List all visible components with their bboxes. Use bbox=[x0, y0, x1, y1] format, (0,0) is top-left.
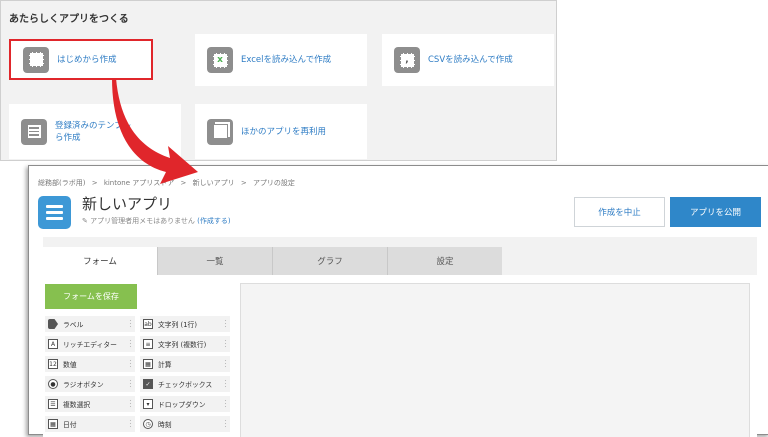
checkbox-icon: ✓ bbox=[143, 379, 153, 389]
app-settings-window: 総務部(ラボ用) > kintone アプリストア > 新しいアプリ > アプリ… bbox=[28, 165, 768, 437]
single-line-text-icon: ab bbox=[143, 319, 153, 329]
drag-handle-icon[interactable] bbox=[129, 339, 132, 349]
create-from-scratch-card[interactable]: はじめから作成 bbox=[9, 39, 153, 80]
arrow-shape bbox=[112, 78, 198, 184]
template-label-line-2: ら作成 bbox=[55, 132, 81, 143]
drag-handle-icon[interactable] bbox=[129, 379, 132, 389]
drag-handle-icon[interactable] bbox=[224, 419, 227, 429]
field-label: 時刻 bbox=[158, 421, 172, 429]
drag-handle-icon[interactable] bbox=[129, 319, 132, 329]
drag-handle-icon[interactable] bbox=[224, 379, 227, 389]
field-label: 計算 bbox=[158, 361, 172, 369]
csv-icon: , bbox=[394, 47, 420, 73]
field-palette-item[interactable]: ▦ 計算 bbox=[140, 356, 230, 372]
drag-handle-icon[interactable] bbox=[129, 399, 132, 409]
publish-app-button[interactable]: アプリを公開 bbox=[670, 197, 761, 227]
drag-handle-icon[interactable] bbox=[224, 339, 227, 349]
create-app-panel: あたらしくアプリをつくる はじめから作成 x Excelを読み込んで作成 , C… bbox=[0, 0, 557, 161]
drag-handle-icon[interactable] bbox=[224, 399, 227, 409]
form-editor-panel: フォームを保存 ラベル ab 文字列 (1行) A リッチエディター ≡ 文字列… bbox=[43, 275, 757, 437]
field-palette-item[interactable]: ▾ ドロップダウン bbox=[140, 396, 230, 412]
create-from-csv-card[interactable]: , CSVを読み込んで作成 bbox=[382, 34, 554, 86]
field-label: 複数選択 bbox=[63, 401, 91, 409]
create-app-title: あたらしくアプリをつくる bbox=[9, 14, 129, 25]
tab-form[interactable]: フォーム bbox=[43, 247, 157, 275]
field-label: ドロップダウン bbox=[158, 401, 206, 409]
excel-icon: x bbox=[207, 47, 233, 73]
drag-handle-icon[interactable] bbox=[129, 419, 132, 429]
create-from-scratch-label: はじめから作成 bbox=[57, 54, 117, 65]
reuse-app-label: ほかのアプリを再利用 bbox=[241, 126, 327, 137]
drag-handle-icon[interactable] bbox=[224, 359, 227, 369]
field-palette-item[interactable]: ラベル bbox=[45, 316, 135, 332]
field-palette-item[interactable]: ● ラジオボタン bbox=[45, 376, 135, 392]
field-palette-item[interactable]: ✓ チェックボックス bbox=[140, 376, 230, 392]
clock-icon: ◷ bbox=[143, 419, 153, 429]
create-from-csv-label: CSVを読み込んで作成 bbox=[428, 55, 513, 65]
save-form-button[interactable]: フォームを保存 bbox=[45, 284, 137, 309]
calculator-icon: ▦ bbox=[143, 359, 153, 369]
copy-app-icon bbox=[207, 118, 233, 145]
tag-icon bbox=[48, 319, 58, 329]
radio-icon: ● bbox=[48, 379, 58, 389]
tab-list-view[interactable]: 一覧 bbox=[157, 247, 272, 275]
drag-handle-icon[interactable] bbox=[129, 359, 132, 369]
rich-text-icon: A bbox=[48, 339, 58, 349]
app-memo-text: アプリ管理者用メモはありません bbox=[90, 217, 195, 225]
reuse-app-card[interactable]: ほかのアプリを再利用 bbox=[195, 104, 367, 159]
app-memo: ✎ アプリ管理者用メモはありません (作成する) bbox=[82, 216, 231, 226]
app-list-icon bbox=[38, 196, 71, 229]
dropdown-icon: ▾ bbox=[143, 399, 153, 409]
red-arrow-annotation bbox=[112, 78, 198, 184]
create-memo-link[interactable]: (作成する) bbox=[197, 217, 230, 225]
field-label: 文字列 (複数行) bbox=[158, 341, 207, 349]
app-title: 新しいアプリ bbox=[82, 195, 173, 213]
field-palette-item[interactable]: ab 文字列 (1行) bbox=[140, 316, 230, 332]
field-label: 日付 bbox=[63, 421, 77, 429]
calendar-icon: ▦ bbox=[48, 419, 58, 429]
field-label: 文字列 (1行) bbox=[158, 321, 197, 329]
field-palette-item[interactable]: A リッチエディター bbox=[45, 336, 135, 352]
blank-app-icon bbox=[23, 46, 49, 73]
breadcrumb-item-app-settings: アプリの設定 bbox=[252, 179, 295, 187]
settings-tab-area: フォーム 一覧 グラフ 設定 フォームを保存 ラベル ab 文字列 (1行) A… bbox=[43, 237, 757, 437]
form-layout-canvas[interactable] bbox=[240, 283, 750, 437]
multi-select-icon: ☰ bbox=[48, 399, 58, 409]
template-list-icon bbox=[21, 118, 47, 145]
field-palette-item[interactable]: ☰ 複数選択 bbox=[45, 396, 135, 412]
field-label: 数値 bbox=[63, 361, 77, 369]
field-label: ラジオボタン bbox=[63, 381, 104, 389]
multi-line-text-icon: ≡ bbox=[143, 339, 153, 349]
tab-graph[interactable]: グラフ bbox=[272, 247, 387, 275]
cancel-creation-button[interactable]: 作成を中止 bbox=[574, 197, 665, 227]
breadcrumb-separator: > bbox=[91, 179, 98, 187]
create-from-excel-label: Excelを読み込んで作成 bbox=[241, 55, 332, 65]
drag-handle-icon[interactable] bbox=[224, 319, 227, 329]
field-label: ラベル bbox=[63, 321, 84, 329]
edit-pencil-icon: ✎ bbox=[82, 217, 88, 225]
create-from-excel-card[interactable]: x Excelを読み込んで作成 bbox=[195, 34, 367, 86]
field-label: チェックボックス bbox=[158, 381, 213, 389]
breadcrumb-item-space[interactable]: 総務部(ラボ用) bbox=[38, 179, 85, 187]
breadcrumb-separator: > bbox=[240, 179, 247, 187]
field-palette-item[interactable]: 12 数値 bbox=[45, 356, 135, 372]
number-icon: 12 bbox=[48, 359, 58, 369]
field-label: リッチエディター bbox=[63, 341, 117, 349]
field-palette-item[interactable]: ≡ 文字列 (複数行) bbox=[140, 336, 230, 352]
tab-settings[interactable]: 設定 bbox=[387, 247, 502, 275]
